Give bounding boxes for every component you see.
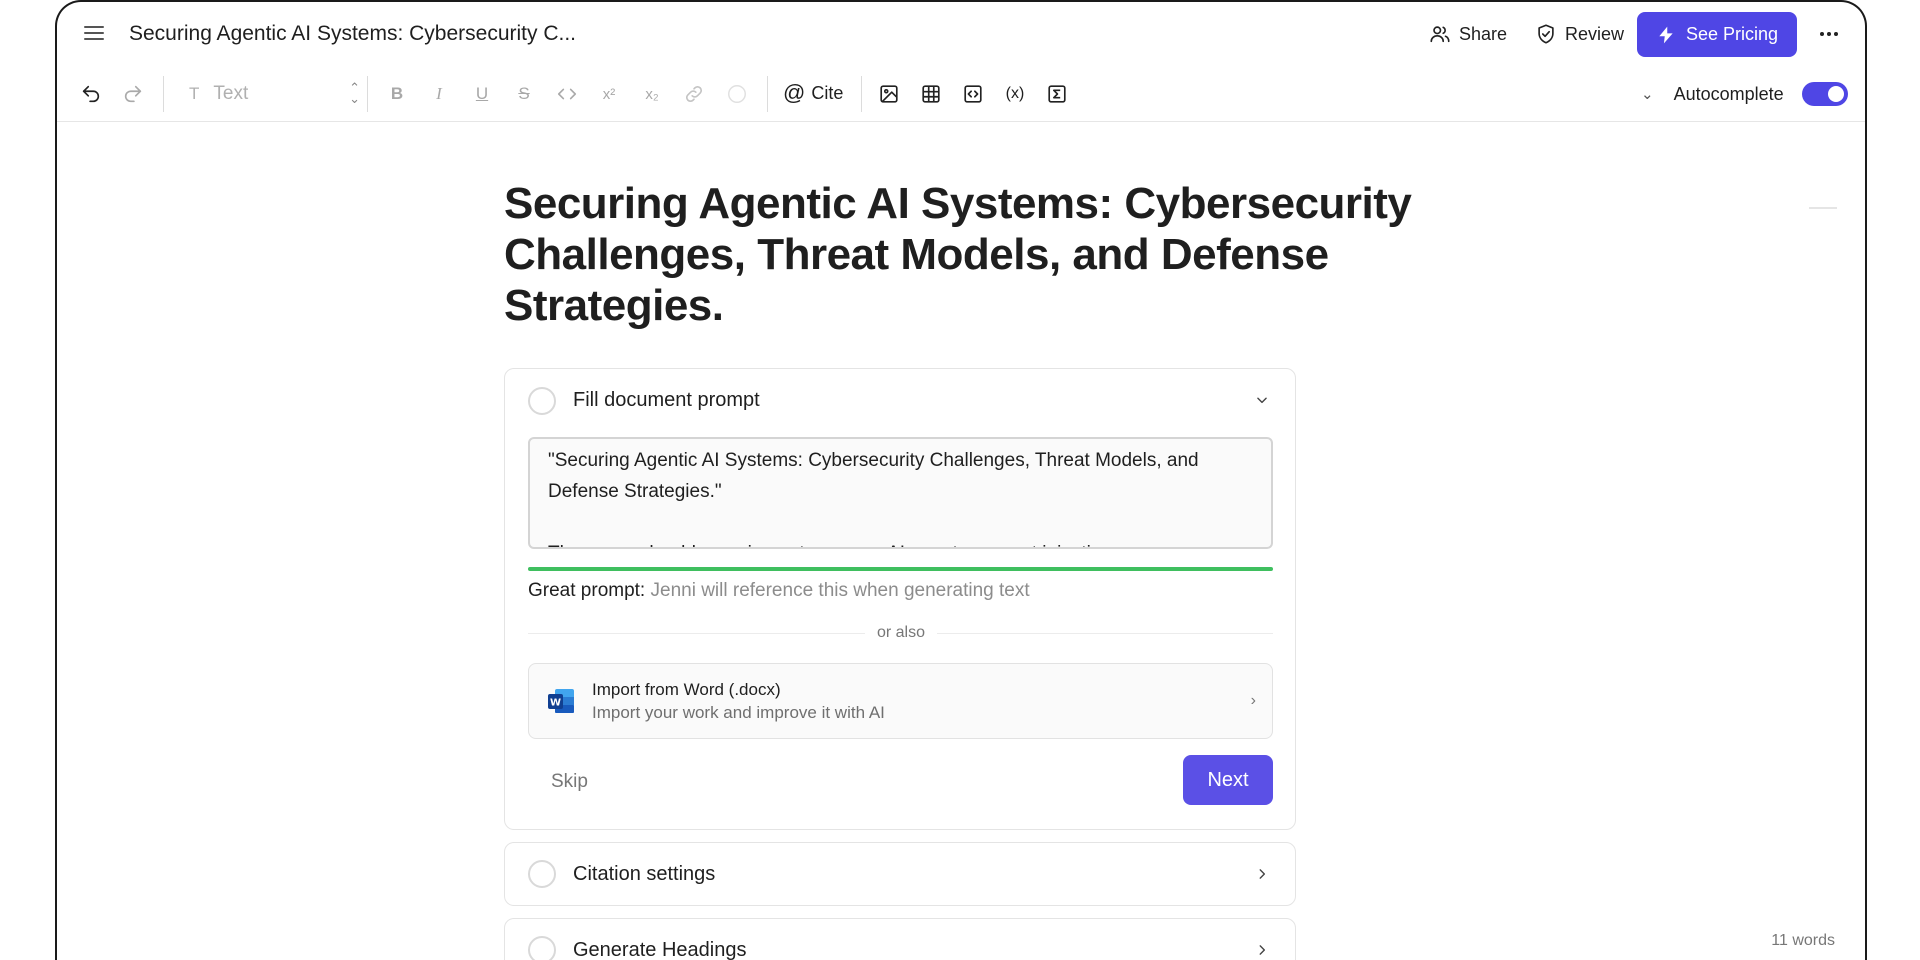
top-bar: Securing Agentic AI Systems: Cybersecuri… [57, 2, 1865, 66]
superscript-icon[interactable]: x² [597, 82, 621, 106]
share-label: Share [1459, 23, 1508, 44]
review-label: Review [1565, 23, 1625, 44]
quality-label: Great prompt: [528, 580, 646, 601]
toolbar-divider [861, 76, 862, 112]
editor-window: Securing Agentic AI Systems: Cybersecuri… [55, 0, 1867, 960]
skip-button[interactable]: Skip [551, 771, 588, 793]
outline-marker[interactable] [1809, 207, 1837, 209]
word-doc-icon: W [548, 689, 574, 713]
import-subtitle: Import your work and improve it with AI [592, 703, 885, 722]
chevron-down-icon[interactable] [1255, 393, 1269, 407]
subscript-icon[interactable]: x₂ [640, 82, 664, 106]
underline-icon[interactable]: U [470, 82, 494, 106]
import-word-button[interactable]: W Import from Word (.docx) Import your w… [528, 663, 1273, 739]
fill-prompt-step: Fill document prompt "Securing Agentic A… [504, 368, 1296, 830]
prompt-textarea[interactable]: "Securing Agentic AI Systems: Cybersecur… [528, 437, 1273, 549]
text-color-icon[interactable] [725, 82, 749, 106]
autocomplete-toggle[interactable] [1801, 82, 1848, 106]
see-pricing-button[interactable]: See Pricing [1637, 12, 1797, 57]
step-status-circle [528, 860, 556, 888]
strikethrough-icon[interactable]: S [512, 82, 536, 106]
or-also-divider: or also [505, 624, 1297, 642]
prompt-quality: Great prompt: Jenni will reference this … [528, 580, 1030, 602]
shield-check-icon [1538, 24, 1554, 44]
citation-settings-step[interactable]: Citation settings [504, 842, 1296, 906]
step-status-circle [528, 936, 556, 960]
sigma-icon[interactable] [1045, 82, 1069, 106]
step-status-circle [528, 387, 556, 415]
italic-icon[interactable]: I [427, 82, 451, 106]
variable-icon[interactable]: (x) [1003, 82, 1027, 106]
text-style-value: Text [213, 83, 249, 104]
cite-label: Cite [811, 82, 844, 103]
next-button[interactable]: Next [1183, 755, 1273, 805]
at-icon: @ [783, 80, 806, 105]
step-title[interactable]: Fill document prompt [573, 389, 760, 412]
redo-icon[interactable] [121, 82, 145, 106]
see-pricing-label: See Pricing [1685, 24, 1779, 44]
document-heading[interactable]: Securing Agentic AI Systems: Cybersecuri… [504, 178, 1424, 331]
link-icon[interactable] [682, 82, 706, 106]
chevron-right-icon: › [1250, 692, 1256, 709]
import-title: Import from Word (.docx) [592, 680, 781, 699]
image-icon[interactable] [877, 82, 901, 106]
lightning-icon [1659, 26, 1673, 43]
document-title[interactable]: Securing Agentic AI Systems: Cybersecuri… [129, 22, 576, 46]
prompt-quality-bar [528, 567, 1273, 571]
formatting-toolbar: T Text ⌃ ⌄ B I U S x² x₂ @ Cite (x) ⌄ Au… [57, 66, 1865, 122]
bold-icon[interactable]: B [385, 82, 409, 106]
chevron-updown-icon: ⌃ ⌄ [349, 80, 360, 106]
autocomplete-control: ⌄ Autocomplete [1641, 82, 1848, 106]
toolbar-divider [767, 76, 768, 112]
toolbar-divider [163, 76, 164, 112]
share-button[interactable]: Share [1429, 20, 1507, 48]
cite-button[interactable]: @ Cite [783, 80, 843, 106]
menu-icon[interactable] [83, 22, 105, 44]
text-style-select[interactable]: T Text ⌃ ⌄ [185, 80, 360, 108]
chevron-right-icon [1259, 945, 1266, 955]
generate-headings-step[interactable]: Generate Headings [504, 918, 1296, 960]
code-block-icon[interactable] [961, 82, 985, 106]
review-button[interactable]: Review [1535, 20, 1624, 48]
step-title: Citation settings [573, 863, 716, 885]
undo-icon[interactable] [79, 82, 103, 106]
quality-hint: Jenni will reference this when generatin… [650, 580, 1030, 601]
autocomplete-label: Autocomplete [1673, 83, 1784, 104]
step-title: Generate Headings [573, 939, 747, 960]
word-count: 11 words [1771, 932, 1835, 949]
toolbar-divider [367, 76, 368, 112]
chevron-right-icon [1259, 869, 1266, 879]
users-icon [1430, 26, 1450, 43]
table-icon[interactable] [919, 82, 943, 106]
svg-text:W: W [550, 698, 561, 709]
code-icon[interactable] [555, 82, 579, 106]
text-type-icon: T [189, 84, 200, 103]
more-options-icon[interactable] [1815, 24, 1843, 44]
chevron-down-icon[interactable]: ⌄ [1641, 85, 1654, 103]
